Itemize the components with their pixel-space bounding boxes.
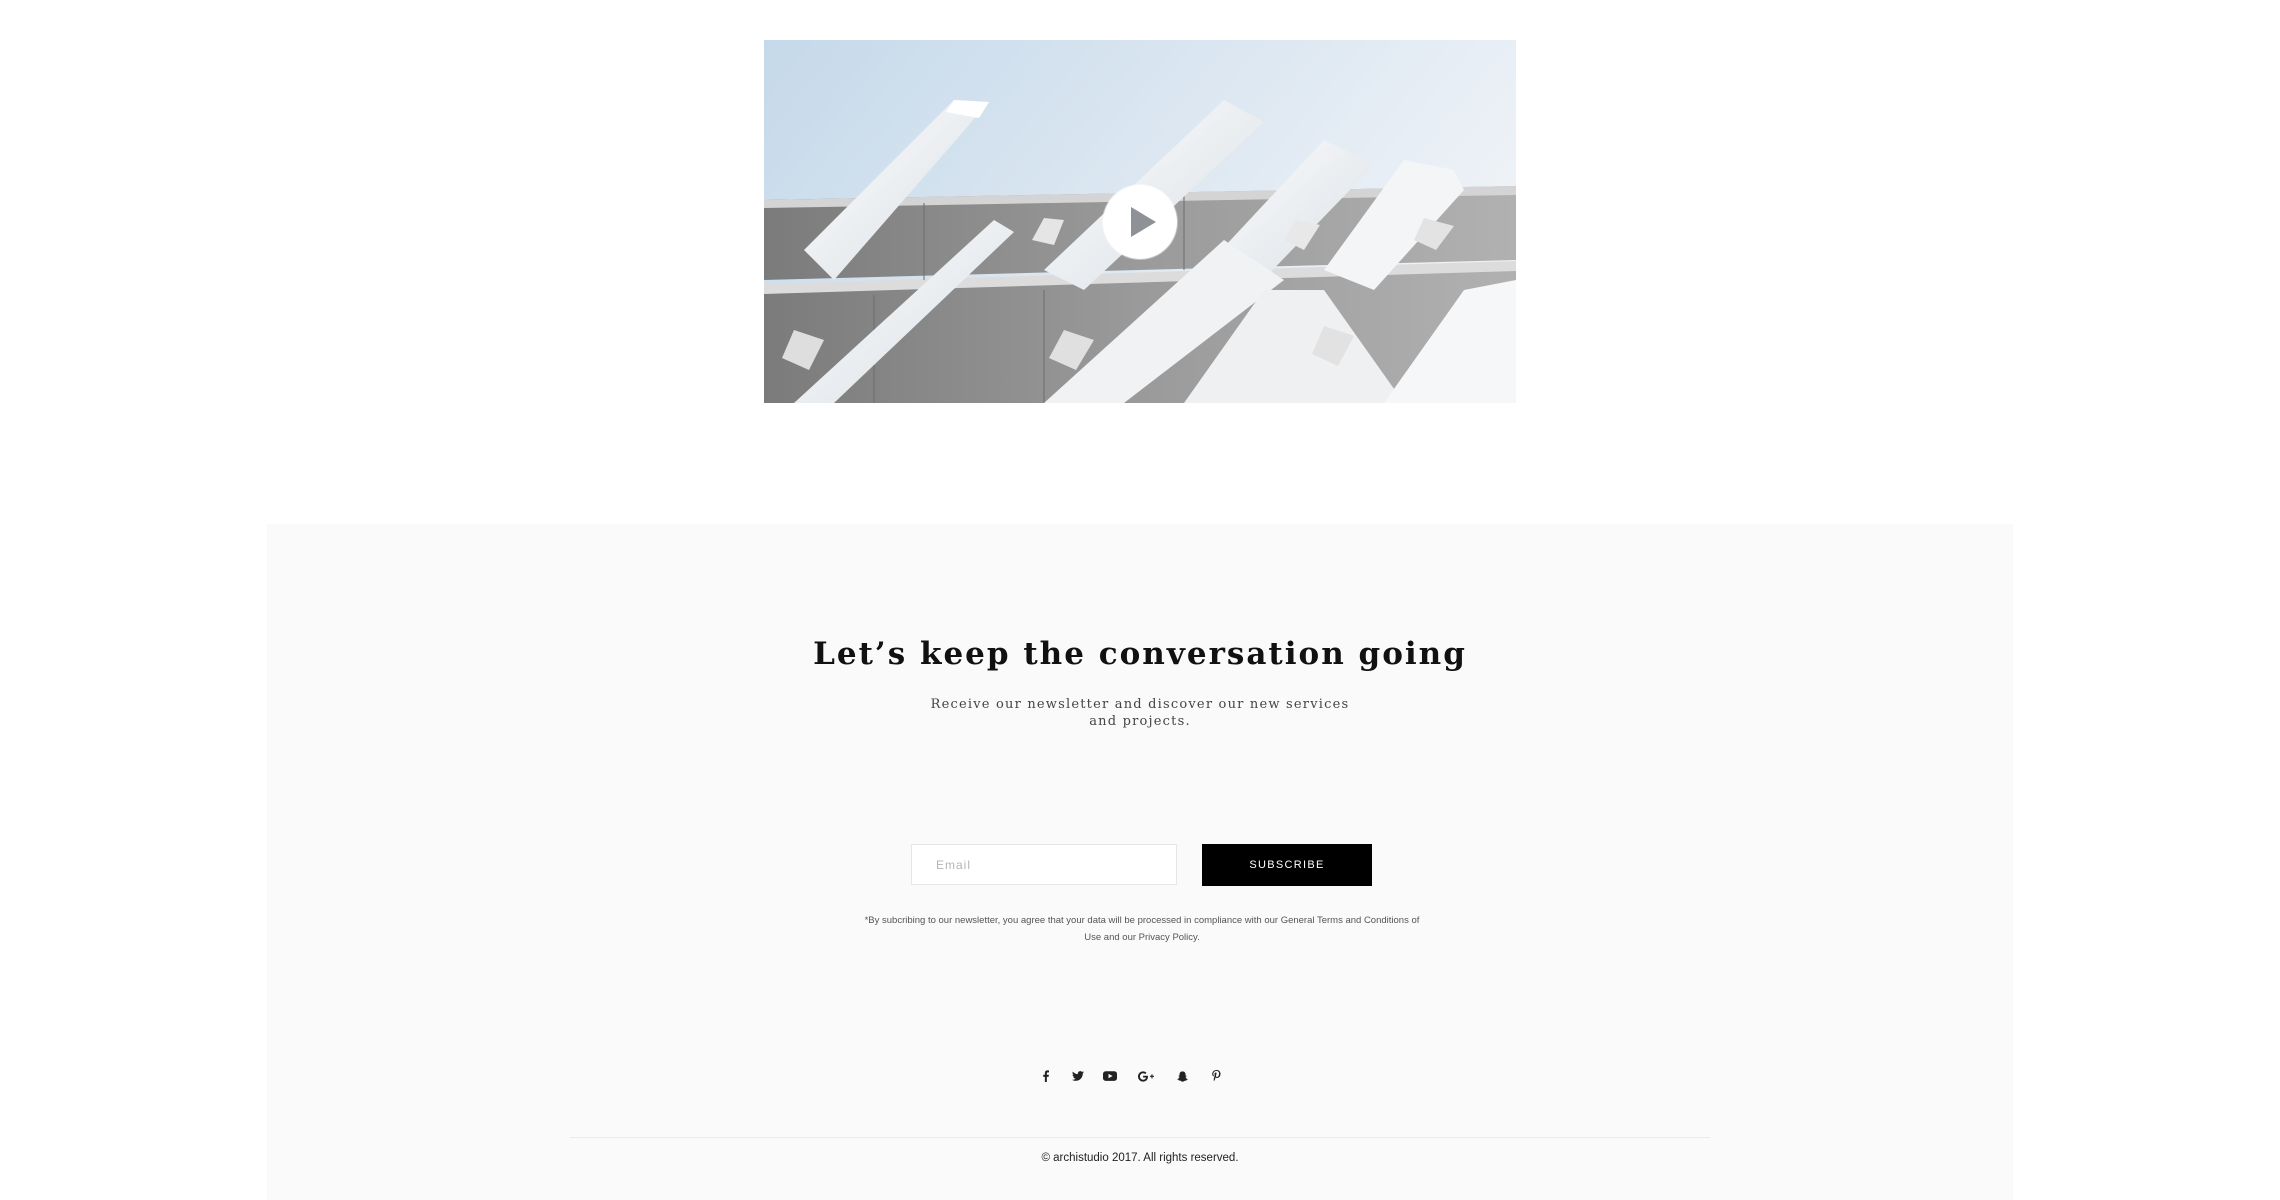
- play-icon: [1131, 207, 1156, 237]
- newsletter-disclaimer: *By subcribing to our newsletter, you ag…: [864, 915, 1420, 943]
- snapchat-icon[interactable]: [1170, 1064, 1194, 1088]
- play-button[interactable]: [1103, 185, 1177, 259]
- social-links: [267, 1064, 2013, 1088]
- subscribe-button[interactable]: SUBSCRIBE: [1202, 844, 1372, 886]
- newsletter-footer: Let’s keep the conversation going Receiv…: [267, 524, 2013, 1200]
- email-field[interactable]: [911, 844, 1177, 885]
- newsletter-subline: Receive our newsletter and discover our …: [930, 697, 1350, 729]
- youtube-icon[interactable]: [1098, 1064, 1122, 1088]
- video-player[interactable]: [764, 40, 1516, 403]
- facebook-icon[interactable]: [1034, 1064, 1058, 1088]
- footer-divider: [570, 1137, 1710, 1138]
- twitter-icon[interactable]: [1066, 1064, 1090, 1088]
- copyright-text: © archistudio 2017. All rights reserved.: [1041, 1152, 1239, 1164]
- newsletter-headline: Let’s keep the conversation going: [813, 636, 1467, 672]
- google-plus-icon[interactable]: [1134, 1064, 1158, 1088]
- pinterest-icon[interactable]: [1204, 1064, 1228, 1088]
